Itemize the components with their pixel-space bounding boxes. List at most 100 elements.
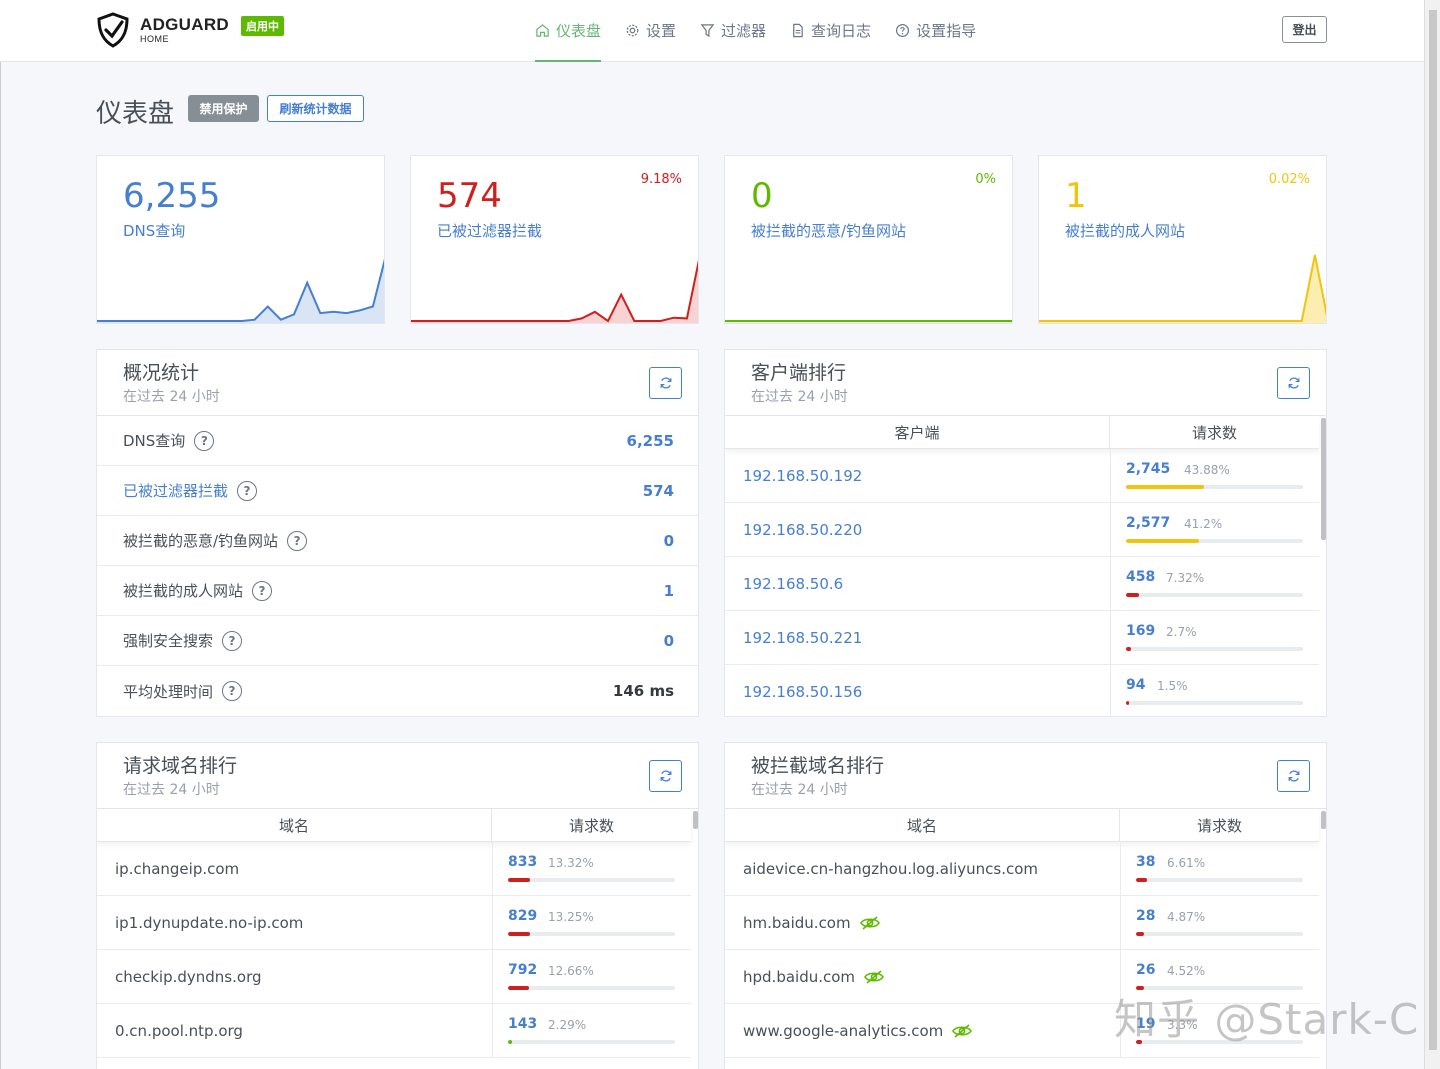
column-header-client[interactable]: 客户端 <box>725 416 1110 449</box>
refresh-button[interactable] <box>1277 760 1310 792</box>
row-name-text[interactable]: hm.baidu.com <box>743 914 851 932</box>
row-name-text[interactable]: 192.168.50.6 <box>743 575 843 593</box>
table-scrollbar[interactable] <box>693 811 698 829</box>
brand-sub: HOME <box>140 34 169 44</box>
nav-filters-label: 过滤器 <box>721 22 767 40</box>
help-icon[interactable]: ? <box>222 630 243 651</box>
column-header-domain[interactable]: 域名 <box>97 809 492 842</box>
eye-off-icon[interactable] <box>859 915 881 931</box>
nav-dashboard-label: 仪表盘 <box>556 21 602 40</box>
filter-icon <box>700 24 715 38</box>
progress-bar <box>508 878 675 882</box>
panel-title: 客户端排行 <box>751 362 847 384</box>
request-count[interactable]: 833 <box>508 854 537 870</box>
domain-name[interactable]: 0.cn.pool.ntp.org <box>115 1004 243 1058</box>
nav-setup-guide[interactable]: 设置指导 <box>895 0 976 62</box>
column-divider <box>492 896 493 950</box>
client-ip[interactable]: 192.168.50.221 <box>743 611 862 665</box>
column-divider <box>492 842 493 896</box>
request-count[interactable]: 458 <box>1126 569 1155 585</box>
client-ip[interactable]: 192.168.50.220 <box>743 503 862 557</box>
adguard-shield-icon <box>97 12 129 48</box>
nav-query-log-label: 查询日志 <box>811 22 872 40</box>
request-count[interactable]: 2,745 <box>1126 461 1170 477</box>
nav-settings[interactable]: 设置 <box>625 0 676 62</box>
domain-name[interactable]: ip.changeip.com <box>115 842 239 896</box>
column-divider <box>1110 503 1111 557</box>
brand-logo[interactable]: ADGUARD HOME 启用中 <box>96 12 284 48</box>
overview-row-blocked-filters: 已被过滤器拦截? 574 <box>97 466 698 516</box>
request-count[interactable]: 2,577 <box>1126 515 1170 531</box>
top-navbar: ADGUARD HOME 启用中 仪表盘 设置 过滤器 查询日志 设置指导 登出 <box>0 0 1424 62</box>
request-count[interactable]: 829 <box>508 908 537 924</box>
help-icon[interactable]: ? <box>252 580 273 601</box>
request-count[interactable]: 26 <box>1136 962 1155 978</box>
table-header: 域名 请求数 <box>97 809 691 842</box>
refresh-button[interactable] <box>1277 367 1310 399</box>
progress-bar-fill <box>1136 932 1145 936</box>
status-badge: 启用中 <box>240 16 284 36</box>
nav-query-log[interactable]: 查询日志 <box>790 0 871 62</box>
request-count[interactable]: 28 <box>1136 908 1155 924</box>
client-ip[interactable]: 192.168.50.156 <box>743 665 862 716</box>
overview-label: 强制安全搜索? <box>123 630 243 651</box>
logout-button[interactable]: 登出 <box>1282 16 1327 43</box>
column-header-requests[interactable]: 请求数 <box>492 809 691 842</box>
overview-label: DNS查询? <box>123 430 215 451</box>
request-count[interactable]: 38 <box>1136 854 1155 870</box>
domain-name[interactable]: ip1.dynupdate.no-ip.com <box>115 896 303 950</box>
nav-filters[interactable]: 过滤器 <box>700 0 766 62</box>
overview-value: 574 <box>642 481 674 500</box>
client-ip[interactable]: 192.168.50.192 <box>743 449 862 503</box>
domain-name[interactable]: www.google-analytics.com <box>743 1004 973 1058</box>
eye-off-icon[interactable] <box>863 969 885 985</box>
nav-dashboard[interactable]: 仪表盘 <box>535 0 602 62</box>
request-percent: 2.7% <box>1166 625 1197 639</box>
domain-name[interactable]: hm.baidu.com <box>743 896 881 950</box>
row-name-text[interactable]: www.google-analytics.com <box>743 1022 943 1040</box>
row-name-text[interactable]: 0.cn.pool.ntp.org <box>115 1022 243 1040</box>
request-count[interactable]: 143 <box>508 1016 537 1032</box>
panel-title: 概况统计 <box>123 362 200 384</box>
help-icon[interactable]: ? <box>237 480 258 501</box>
overview-label[interactable]: 已被过滤器拦截? <box>123 480 258 501</box>
column-header-requests[interactable]: 请求数 <box>1120 809 1319 842</box>
column-header-requests[interactable]: 请求数 <box>1110 416 1319 449</box>
refresh-button[interactable] <box>649 760 682 792</box>
client-ip[interactable]: 192.168.50.6 <box>743 557 843 611</box>
help-icon[interactable]: ? <box>222 681 243 701</box>
domain-name[interactable]: checkip.dyndns.org <box>115 950 262 1004</box>
row-name-text[interactable]: checkip.dyndns.org <box>115 968 262 986</box>
table-scrollbar[interactable] <box>1321 418 1326 540</box>
row-name-text[interactable]: 192.168.50.220 <box>743 521 862 539</box>
refresh-button[interactable] <box>649 367 682 399</box>
table-scrollbar[interactable] <box>1321 811 1326 829</box>
stat-label: 被拦截的恶意/钓鱼网站 <box>751 222 907 240</box>
row-name-text[interactable]: 192.168.50.192 <box>743 467 862 485</box>
domain-name[interactable]: hpd.baidu.com <box>743 950 885 1004</box>
window-scrollbar-thumb[interactable] <box>1429 10 1437 1050</box>
progress-bar <box>1136 878 1303 882</box>
row-name-text[interactable]: hpd.baidu.com <box>743 968 855 986</box>
disable-protection-button[interactable]: 禁用保护 <box>188 95 259 122</box>
refresh-stats-button[interactable]: 刷新统计数据 <box>267 95 364 122</box>
column-header-domain[interactable]: 域名 <box>725 809 1120 842</box>
eye-off-icon[interactable] <box>951 1023 973 1039</box>
help-icon[interactable]: ? <box>194 430 215 451</box>
row-name-text[interactable]: ip.changeip.com <box>115 860 239 878</box>
panel-subtitle: 在过去 24 小时 <box>123 782 220 798</box>
request-count[interactable]: 792 <box>508 962 537 978</box>
row-name-text[interactable]: 192.168.50.221 <box>743 629 862 647</box>
progress-bar <box>508 1040 675 1044</box>
sparkline-chart <box>97 258 384 323</box>
panel-subtitle: 在过去 24 小时 <box>123 389 220 405</box>
help-icon[interactable]: ? <box>287 530 308 551</box>
row-name-text[interactable]: aidevice.cn-hangzhou.log.aliyuncs.com <box>743 860 1038 878</box>
request-count[interactable]: 94 <box>1126 677 1145 693</box>
domain-name[interactable]: aidevice.cn-hangzhou.log.aliyuncs.com <box>743 842 1038 896</box>
request-count[interactable]: 169 <box>1126 623 1155 639</box>
row-name-text[interactable]: 192.168.50.156 <box>743 683 862 701</box>
window-scrollbar[interactable] <box>1424 0 1440 1069</box>
row-name-text[interactable]: ip1.dynupdate.no-ip.com <box>115 914 303 932</box>
overview-label-text[interactable]: 已被过滤器拦截 <box>123 480 228 501</box>
